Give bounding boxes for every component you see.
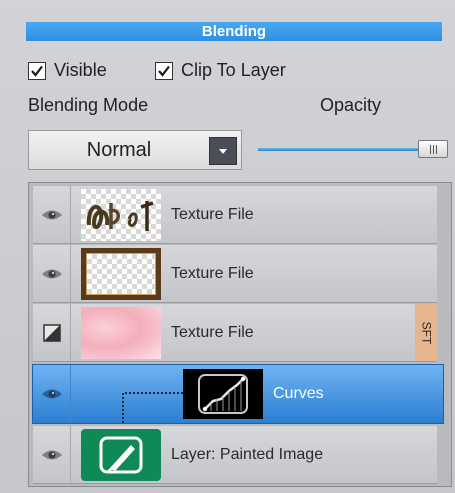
panel-title: Blending — [26, 22, 442, 41]
opacity-label: Opacity — [320, 95, 382, 115]
clip-connector-line — [122, 392, 183, 423]
blending-mode-value: Normal — [86, 139, 152, 161]
layer-row[interactable]: Texture File SFT — [33, 304, 437, 362]
layer-name: Texture File — [171, 206, 254, 223]
eye-icon — [41, 210, 62, 219]
layer-name: Texture File — [171, 324, 254, 341]
visible-check-box[interactable] — [28, 61, 46, 80]
visible-checkbox[interactable]: Visible — [28, 60, 107, 81]
mask-icon — [42, 323, 61, 342]
chevron-down-icon — [219, 148, 227, 154]
opacity-slider-thumb[interactable] — [418, 140, 448, 158]
visibility-toggle[interactable] — [33, 426, 71, 483]
blending-mode-dropdown[interactable]: Normal — [28, 130, 242, 170]
clip-to-layer-label: Clip To Layer — [181, 60, 286, 80]
opacity-slider[interactable] — [258, 136, 452, 164]
brush-icon — [99, 436, 143, 474]
visibility-toggle[interactable] — [33, 245, 71, 302]
visibility-toggle[interactable] — [33, 186, 71, 243]
layer-name: Layer: Painted Image — [171, 446, 324, 463]
layers-list: Texture File Texture File Texture File S… — [28, 182, 452, 487]
clip-check-box[interactable] — [155, 61, 173, 80]
visibility-toggle[interactable] — [33, 365, 71, 423]
checkmark-icon — [158, 65, 170, 77]
layer-thumbnail — [81, 429, 161, 481]
visible-label: Visible — [54, 60, 107, 80]
curves-graph-icon — [198, 374, 248, 414]
layer-thumbnail — [81, 248, 161, 300]
eye-icon — [41, 389, 62, 399]
dropdown-arrow-button[interactable] — [209, 137, 237, 165]
layer-thumbnail — [183, 369, 263, 419]
layer-name: Curves — [273, 385, 324, 402]
sft-tag: SFT — [415, 304, 437, 361]
checkmark-icon — [31, 65, 43, 77]
eye-icon — [41, 269, 62, 278]
layer-row-selected[interactable]: Curves — [32, 364, 444, 424]
layer-row[interactable]: Texture File — [33, 186, 437, 244]
clip-to-layer-checkbox[interactable]: Clip To Layer — [155, 60, 286, 81]
visibility-toggle[interactable] — [33, 304, 71, 361]
layer-name: Texture File — [171, 265, 254, 282]
opacity-slider-track[interactable] — [258, 148, 430, 151]
layer-thumbnail — [81, 307, 161, 359]
layer-thumbnail — [81, 189, 161, 241]
frame-texture-thumbnail — [86, 253, 156, 295]
calligraphy-texture-thumbnail — [86, 201, 154, 231]
blending-mode-label: Blending Mode — [28, 95, 149, 115]
layer-row[interactable]: Texture File — [33, 245, 437, 303]
blending-panel: Blending Visible Clip To Layer Blending … — [0, 0, 455, 493]
eye-icon — [41, 450, 62, 459]
layer-row[interactable]: Layer: Painted Image — [33, 426, 437, 484]
